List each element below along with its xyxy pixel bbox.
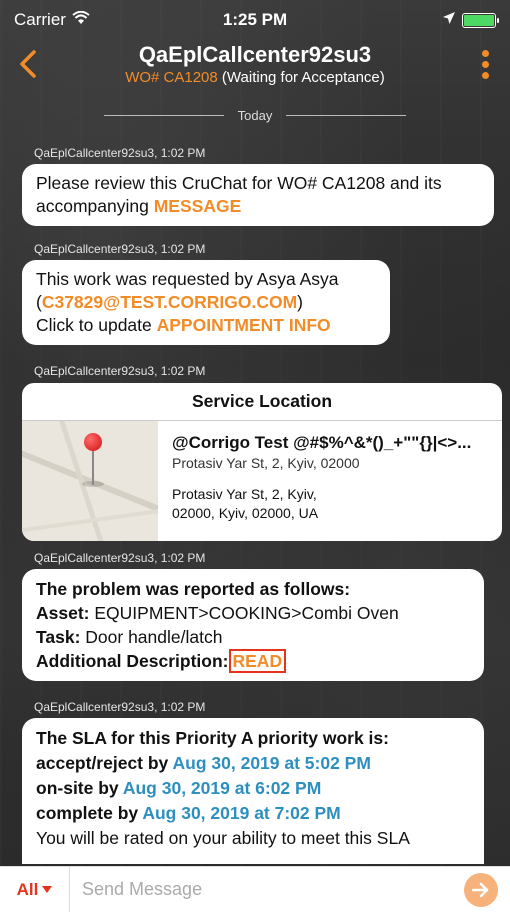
work-order-status: (Waiting for Acceptance) <box>221 69 385 86</box>
map-pin-icon <box>84 433 102 451</box>
read-description-link[interactable]: READ <box>228 649 287 673</box>
message-sender: QaEplCallcenter92su3, 1:02 PM <box>34 146 206 160</box>
message-bubble: The problem was reported as follows: Ass… <box>22 569 484 681</box>
service-location-title: Service Location <box>22 383 502 421</box>
message-text: This work was requested by Asya Asya <box>36 269 339 289</box>
location-name: @Corrigo Test @#$%^&*()_+""{}|<>... <box>172 433 472 452</box>
appointment-info-link[interactable]: APPOINTMENT INFO <box>157 315 331 335</box>
onsite-date: Aug 30, 2019 at 6:02 PM <box>122 778 322 798</box>
back-button[interactable] <box>10 46 46 82</box>
sla-heading: The SLA for this Priority A priority wor… <box>36 728 389 748</box>
message-input[interactable] <box>70 866 464 912</box>
complete-date: Aug 30, 2019 at 7:02 PM <box>142 803 341 823</box>
sla-footer: You will be rated on your ability to mee… <box>36 828 410 848</box>
location-map-thumbnail[interactable] <box>22 421 158 541</box>
battery-icon <box>462 12 499 28</box>
recipient-label: All <box>16 879 39 899</box>
location-address-short: Protasiv Yar St, 2, Kyiv, 02000 <box>172 455 360 471</box>
caret-down-icon <box>42 885 53 893</box>
location-arrow-icon <box>442 10 456 30</box>
requester-email-link[interactable]: C37829@TEST.CORRIGO.COM <box>42 292 297 312</box>
task-value: Door handle/latch <box>80 627 223 647</box>
carrier-label: Carrier <box>14 10 66 29</box>
asset-value: EQUIPMENT>COOKING>Combi Oven <box>89 603 399 623</box>
message-bubble: The SLA for this Priority A priority wor… <box>22 718 484 864</box>
location-address-full: Protasiv Yar St, 2, Kyiv, 02000, Kyiv, 0… <box>172 486 319 521</box>
chat-title: QaEplCallcenter92su3 <box>138 42 372 67</box>
service-location-card[interactable]: Service Location @Corrigo Test @#$%^&*()… <box>22 383 502 541</box>
chevron-left-icon <box>20 50 36 78</box>
message-sender: QaEplCallcenter92su3, 1:02 PM <box>34 242 206 256</box>
message-bubble: This work was requested by Asya Asya (C3… <box>22 260 390 345</box>
problem-heading: The problem was reported as follows: <box>36 579 351 599</box>
message-composer: All <box>0 866 510 912</box>
message-sender: QaEplCallcenter92su3, 1:02 PM <box>34 551 206 565</box>
accept-date: Aug 30, 2019 at 5:02 PM <box>172 753 371 773</box>
more-dot-icon <box>481 49 489 57</box>
message-sender: QaEplCallcenter92su3, 1:02 PM <box>34 700 206 714</box>
message-text: Click to update <box>36 315 157 335</box>
send-arrow-icon <box>472 882 489 897</box>
message-bubble: Please review this CruChat for WO# CA120… <box>22 164 494 226</box>
work-order-number[interactable]: WO# CA1208 <box>125 69 218 86</box>
work-order-subtitle[interactable]: WO# CA1208 (Waiting for Acceptance) <box>125 68 385 88</box>
recipient-selector[interactable]: All <box>0 866 70 912</box>
message-link[interactable]: MESSAGE <box>154 196 242 216</box>
more-options-button[interactable] <box>470 44 500 84</box>
day-separator: Today <box>0 108 510 123</box>
status-bar: Carrier 1:25 PM <box>0 0 510 40</box>
message-sender: QaEplCallcenter92su3, 1:02 PM <box>34 364 206 378</box>
wifi-icon <box>72 10 90 30</box>
chat-header: QaEplCallcenter92su3 WO# CA1208 (Waiting… <box>0 40 510 90</box>
send-button[interactable] <box>464 872 498 907</box>
day-separator-label: Today <box>237 108 273 123</box>
